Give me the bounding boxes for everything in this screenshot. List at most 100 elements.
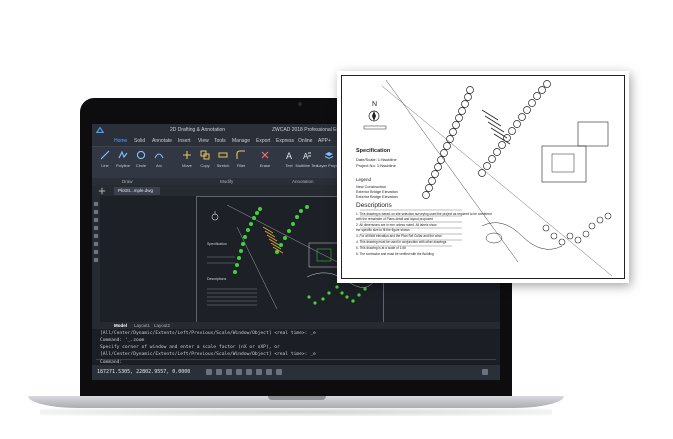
stretch-icon <box>218 152 228 158</box>
model-toggle-icon[interactable] <box>276 369 282 375</box>
grid-toggle-icon[interactable] <box>216 369 222 375</box>
tab-annotate[interactable]: Annotate <box>152 136 172 146</box>
description-line: with the remainder of Plans detail and l… <box>356 217 433 221</box>
toolbar-icon[interactable] <box>94 242 98 246</box>
toolbar-icon[interactable] <box>94 250 98 254</box>
tool-label: Fillet <box>236 163 246 168</box>
layer-icon <box>324 152 334 160</box>
new-document-icon[interactable] <box>98 187 106 195</box>
erase-icon <box>261 151 269 159</box>
fillet-button[interactable]: Fillet <box>232 149 250 175</box>
tab-app-plus[interactable]: APP+ <box>318 136 331 146</box>
webcam <box>298 102 302 106</box>
layer-properties-button[interactable]: Layer Properties <box>317 149 346 175</box>
command-window: [All/Center/Dynamic/Extents/Left/Previou… <box>92 329 500 365</box>
laptop-shadow <box>40 408 552 416</box>
toolbar-icon[interactable] <box>94 226 98 230</box>
legend-item: Exterior Bridge Elevation <box>356 195 398 199</box>
toolbar-icon[interactable] <box>94 210 98 214</box>
stretch-button[interactable]: Stretch <box>214 149 232 175</box>
panel-annotation: Annotation <box>292 179 314 184</box>
toolbar-icon[interactable] <box>94 258 98 262</box>
tab-online[interactable]: Online <box>298 136 312 146</box>
tab-express[interactable]: Express <box>276 136 294 146</box>
polyline-icon <box>118 150 128 159</box>
erase-button[interactable]: Erase <box>256 149 274 175</box>
toolbar-icon[interactable] <box>94 234 98 238</box>
tool-label: Multiline Text <box>295 163 319 168</box>
command-history-line: Specify corner of window and enter a sca… <box>100 345 280 350</box>
osnap-toggle-icon[interactable] <box>246 369 252 375</box>
specification-line: Project No: 1:Nsubline <box>356 163 396 168</box>
move-button[interactable]: Move <box>178 149 196 175</box>
sheet-border: N Specification Date/Scale: 1:Nsubline P… <box>341 75 625 279</box>
line-button[interactable]: Line <box>96 149 114 175</box>
circle-icon <box>136 150 146 160</box>
fillet-icon <box>236 150 245 159</box>
tab-manage[interactable]: Manage <box>232 136 250 146</box>
coordinate-readout: 187271.5305, 22802.9557, 0.0000 <box>97 369 191 375</box>
description-line: 6. The contractor and must be verified w… <box>356 252 434 256</box>
snap-toggle-icon[interactable] <box>206 369 212 375</box>
description-line: 2. All dimensions are in mm unless noted… <box>356 223 437 227</box>
line-icon <box>100 150 110 160</box>
tab-layout1[interactable]: Layout1 <box>134 322 150 329</box>
tool-label: Arc <box>156 163 162 168</box>
polyline-button[interactable]: Polyline <box>114 149 132 175</box>
specification-heading: Specification <box>356 148 391 154</box>
text-icon: A <box>286 151 292 160</box>
tab-solid[interactable]: Solid <box>134 136 145 146</box>
tab-export[interactable]: Export <box>256 136 270 146</box>
status-bar: 187271.5305, 22802.9557, 0.0000 <box>92 365 500 380</box>
svg-text:N: N <box>372 101 377 108</box>
tab-tools[interactable]: Tools <box>214 136 226 146</box>
document-tab[interactable]: PlotSt...mple.dwg <box>114 187 160 195</box>
legend-title: Legend <box>356 177 372 182</box>
arc-icon <box>154 153 164 159</box>
mtext-icon: A <box>303 152 311 160</box>
left-toolbar <box>92 196 100 322</box>
ortho-toggle-icon[interactable] <box>226 369 232 375</box>
tab-view[interactable]: View <box>198 136 209 146</box>
command-history-line: [All/Center/Dynamic/Extents/Left/Previou… <box>100 352 316 357</box>
laptop-hinge-notch <box>268 396 326 400</box>
description-line: 5. This drawing is at a scale of 1:## <box>356 246 406 250</box>
app-logo-icon[interactable] <box>96 126 104 134</box>
tab-model[interactable]: Model <box>114 322 127 329</box>
toolbar-icon[interactable] <box>94 202 98 206</box>
description-line: 3. For all field elevation and the Plan … <box>356 234 443 238</box>
workspace-selector[interactable]: 2D Drafting & Annotation <box>170 124 225 136</box>
customize-icon[interactable] <box>482 369 488 375</box>
lineweight-toggle-icon[interactable] <box>266 369 272 375</box>
legend-item: New Construction <box>356 185 386 189</box>
tab-insert[interactable]: Insert <box>178 136 191 146</box>
descriptions-title: Descriptions <box>356 202 392 209</box>
panel-modify: Modify <box>220 179 234 184</box>
description-line: the specific size to fit the figure show… <box>356 228 410 232</box>
copy-icon <box>200 150 210 160</box>
printed-drawing-sheet: N Specification Date/Scale: 1:Nsubline P… <box>337 71 629 283</box>
move-icon <box>183 151 191 159</box>
description-line: 4. This drawing must be used in conjunct… <box>356 240 447 244</box>
drawing-descriptions-title: Descriptions <box>207 277 227 281</box>
command-history-line: [All/Center/Dynamic/Extents/Left/Previou… <box>100 331 316 336</box>
tool-label: Erase <box>259 163 271 168</box>
mtext-button[interactable]: A Multiline Text <box>295 149 319 175</box>
legend-item: Exterior Bridge Elevation <box>356 190 398 194</box>
circle-button[interactable]: Circle <box>132 149 150 175</box>
specification-line: Date/Scale: 1:Nsubline <box>356 157 397 162</box>
text-button[interactable]: A Text <box>280 149 298 175</box>
polar-toggle-icon[interactable] <box>236 369 242 375</box>
otrack-toggle-icon[interactable] <box>256 369 262 375</box>
drawing-heading: Specification <box>207 242 227 246</box>
arc-button[interactable]: Arc <box>150 149 168 175</box>
svg-text:A: A <box>286 151 292 160</box>
panel-draw: Draw <box>122 179 133 184</box>
toolbar-icon[interactable] <box>94 218 98 222</box>
tab-home[interactable]: Home <box>114 136 127 146</box>
description-line: 1. This drawing is based on site selecti… <box>356 212 492 216</box>
tab-layout2[interactable]: Layout2 <box>154 322 170 329</box>
command-history-line: Command: '_.zoom <box>100 338 145 343</box>
copy-button[interactable]: Copy <box>196 149 214 175</box>
layout-tabs: Model Layout1 Layout2 <box>92 322 500 329</box>
